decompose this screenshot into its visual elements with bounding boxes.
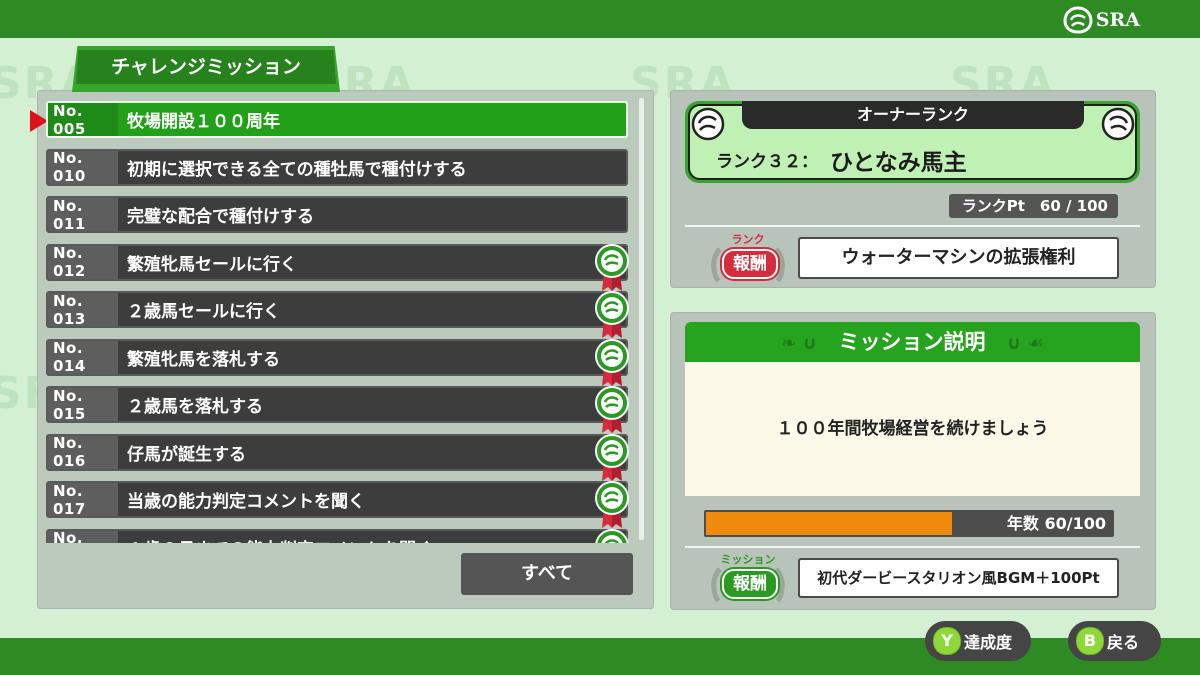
y-button-icon: Y: [933, 627, 961, 655]
mission-number: No. 018: [48, 529, 118, 543]
mission-row[interactable]: No. 010 初期に選択できる全ての種牡馬で種付けする: [46, 148, 628, 186]
mission-title: １歳８月までの能力判定コメントを聞く: [127, 535, 433, 544]
mission-number: No. 017: [48, 482, 118, 518]
mission-row[interactable]: No. 016 仔馬が誕生する: [46, 433, 629, 481]
reward-type-label: ランク: [731, 233, 765, 246]
mission-heading-text: ミッション説明: [838, 330, 986, 354]
mission-number: No. 013: [48, 292, 118, 328]
mission-number: No. 011: [48, 197, 118, 233]
mission-title: 繁殖牝馬を落札する: [127, 349, 280, 370]
mission-title: 牧場開設１００周年: [127, 112, 280, 132]
mission-title: 繁殖牝馬セールに行く: [127, 254, 297, 275]
mission-description-heading: ❧ ∪ ミッション説明 ∪ ☙: [685, 322, 1140, 362]
mission-title: 仔馬が誕生する: [127, 444, 246, 465]
reward-type-label: ミッション: [720, 553, 776, 566]
mission-row[interactable]: No. 012 繁殖牝馬セールに行く: [46, 243, 629, 291]
mission-description-text: １００年間牧場経営を続けましょう: [776, 419, 1049, 439]
laurel-left-icon: ❧ ∪: [781, 333, 818, 354]
laurel-right-icon: ∪ ☙: [1006, 333, 1044, 354]
mission-reward-badge: ミッション 報酬: [708, 551, 788, 611]
sra-logo: SRA: [1063, 6, 1140, 34]
back-label: 戻る: [1107, 633, 1140, 652]
mission-title: 完璧な配合で種付けする: [127, 207, 314, 227]
mission-title: 初期に選択できる全ての種牡馬で種付けする: [127, 159, 467, 180]
achievement-medal-icon: [595, 481, 629, 528]
mission-number: No. 015: [48, 387, 118, 423]
mission-number: No. 014: [48, 339, 118, 375]
mission-title: ２歳馬を落札する: [127, 397, 263, 417]
rank-points: ランクPt 60 / 100: [949, 194, 1118, 218]
divider: [685, 225, 1140, 227]
mission-row[interactable]: No. 014 繁殖牝馬を落札する: [46, 338, 629, 386]
mission-row[interactable]: No. 011 完璧な配合で種付けする: [46, 196, 628, 233]
achievement-label: 達成度: [964, 633, 1013, 652]
progress-fill: [706, 512, 952, 535]
rank-reward-text: ウォーターマシンの拡張権利: [798, 237, 1119, 279]
logo-text: SRA: [1095, 9, 1140, 31]
mission-reward-text: 初代ダービースタリオン風BGM＋100Pt: [798, 558, 1119, 598]
horseshoe-right-icon: [1101, 107, 1135, 141]
top-bar: [0, 0, 1200, 38]
b-button-icon: B: [1076, 627, 1104, 655]
reward-label: 報酬: [722, 569, 778, 599]
mission-row[interactable]: No. 017 当歳の能力判定コメントを聞く: [46, 481, 629, 528]
reward-label: 報酬: [722, 249, 778, 279]
mission-number: No. 005: [48, 102, 118, 138]
mission-row[interactable]: No. 015 ２歳馬を落札する: [46, 386, 629, 433]
achievement-medal-icon: [595, 386, 629, 433]
horseshoe-left-icon: [691, 107, 725, 141]
rank-reward-badge: ランク 報酬: [708, 231, 788, 291]
scrollbar[interactable]: [639, 98, 644, 540]
progress-bar: 年数 60/100: [704, 510, 1114, 537]
challenge-mission-tab: チャレンジミッション: [72, 46, 340, 92]
horseshoe-logo-icon: [1063, 6, 1093, 34]
achievement-medal-icon: [595, 243, 629, 291]
rank-label: ランク３２：: [716, 152, 818, 172]
divider: [685, 546, 1140, 548]
mission-number: No. 010: [48, 149, 118, 185]
tab-title: チャレンジミッション: [111, 56, 301, 78]
mission-row[interactable]: No. 018 １歳８月までの能力判定コメントを聞く: [46, 528, 629, 544]
mission-title: ２歳馬セールに行く: [127, 302, 280, 322]
mission-number: No. 016: [48, 434, 118, 470]
achievement-button[interactable]: Y 達成度: [925, 621, 1031, 661]
mission-row[interactable]: No. 013 ２歳馬セールに行く: [46, 291, 629, 338]
mission-number: No. 012: [48, 244, 118, 280]
achievement-medal-icon: [595, 338, 629, 386]
achievement-medal-icon: [595, 433, 629, 481]
owner-rank-heading: オーナーランク: [742, 101, 1084, 129]
rank-name: ひとなみ馬主: [830, 150, 967, 176]
progress-text: 年数 60/100: [1006, 514, 1106, 533]
back-button[interactable]: B 戻る: [1068, 621, 1161, 661]
mission-list[interactable]: No. 005 牧場開設１００周年 No. 010 初期に選択できる全ての種牡馬で種付…: [46, 101, 630, 543]
mission-title: 当歳の能力判定コメントを聞く: [127, 492, 365, 512]
achievement-medal-icon: [595, 528, 629, 543]
all-button[interactable]: すべて: [461, 553, 633, 595]
mission-row[interactable]: No. 005 牧場開設１００周年: [46, 101, 628, 138]
achievement-medal-icon: [595, 291, 629, 338]
